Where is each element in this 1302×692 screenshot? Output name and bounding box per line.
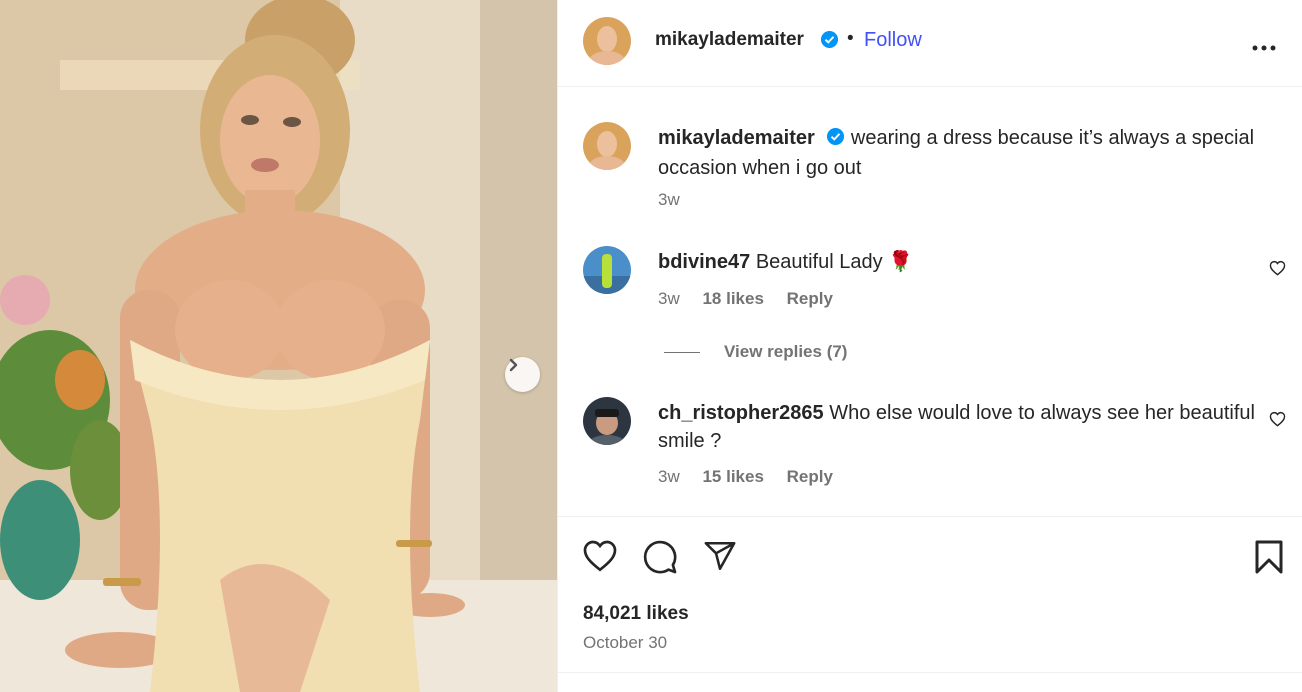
post-details-panel: mikaylademaiter • Follow mikaylademaiter… <box>557 0 1302 692</box>
avatar-image <box>583 122 631 170</box>
comment-text-container: bdivine47 Beautiful Lady 🌹 <box>658 248 1258 276</box>
caption-text-container: mikaylademaiter wearing a dress because … <box>658 124 1258 182</box>
verified-badge-icon <box>820 30 839 54</box>
follow-button[interactable]: Follow <box>864 29 922 52</box>
commenter-avatar[interactable] <box>583 397 631 445</box>
more-options-icon[interactable] <box>1252 38 1276 56</box>
commenter-avatar[interactable] <box>583 246 631 294</box>
verified-badge-icon <box>826 126 845 154</box>
comment-meta: 3w 18 likes Reply <box>658 289 851 309</box>
comment-icon[interactable] <box>642 539 678 580</box>
author-avatar[interactable] <box>583 17 631 65</box>
comment-text-container: ch_ristopher2865 Who else would love to … <box>658 399 1258 455</box>
comment-meta: 3w 15 likes Reply <box>658 467 851 487</box>
likes-count[interactable]: 84,021 likes <box>583 603 689 625</box>
comment-time[interactable]: 3w <box>658 467 680 486</box>
comment-like-icon[interactable] <box>1269 260 1286 281</box>
avatar-image <box>583 17 631 65</box>
reply-button[interactable]: Reply <box>787 467 833 486</box>
comment-username[interactable]: ch_ristopher2865 <box>658 402 824 424</box>
separator-dot: • <box>847 28 854 49</box>
post-actions: 84,021 likes October 30 <box>558 516 1302 692</box>
chevron-right-icon <box>509 358 518 372</box>
comment-time[interactable]: 3w <box>658 289 680 308</box>
view-replies-button[interactable]: View replies (7) <box>664 342 847 362</box>
caption-meta: 3w <box>658 190 698 210</box>
author-username[interactable]: mikaylademaiter <box>655 29 804 51</box>
caption-time[interactable]: 3w <box>658 190 680 209</box>
comment-username[interactable]: bdivine47 <box>658 251 750 273</box>
comment-text: Beautiful Lady 🌹 <box>755 251 914 273</box>
comment-like-icon[interactable] <box>1269 411 1286 432</box>
view-replies-label: View replies (7) <box>724 342 848 361</box>
heart-icon[interactable] <box>582 539 618 577</box>
post-header: mikaylademaiter • Follow <box>558 0 1302 87</box>
avatar-image <box>583 397 631 445</box>
reply-button[interactable]: Reply <box>787 289 833 308</box>
avatar-image <box>583 246 631 294</box>
comment-likes[interactable]: 18 likes <box>702 289 763 308</box>
bookmark-icon[interactable] <box>1254 539 1284 580</box>
divider <box>558 672 1302 673</box>
caption-avatar[interactable] <box>583 122 631 170</box>
share-icon[interactable] <box>702 539 738 578</box>
post-date: October 30 <box>583 633 668 652</box>
divider-line <box>664 351 700 353</box>
caption-username[interactable]: mikaylademaiter <box>658 127 815 149</box>
post-photo <box>0 0 557 692</box>
post-image[interactable] <box>0 0 557 692</box>
next-image-button[interactable] <box>505 357 540 392</box>
comment-likes[interactable]: 15 likes <box>702 467 763 486</box>
